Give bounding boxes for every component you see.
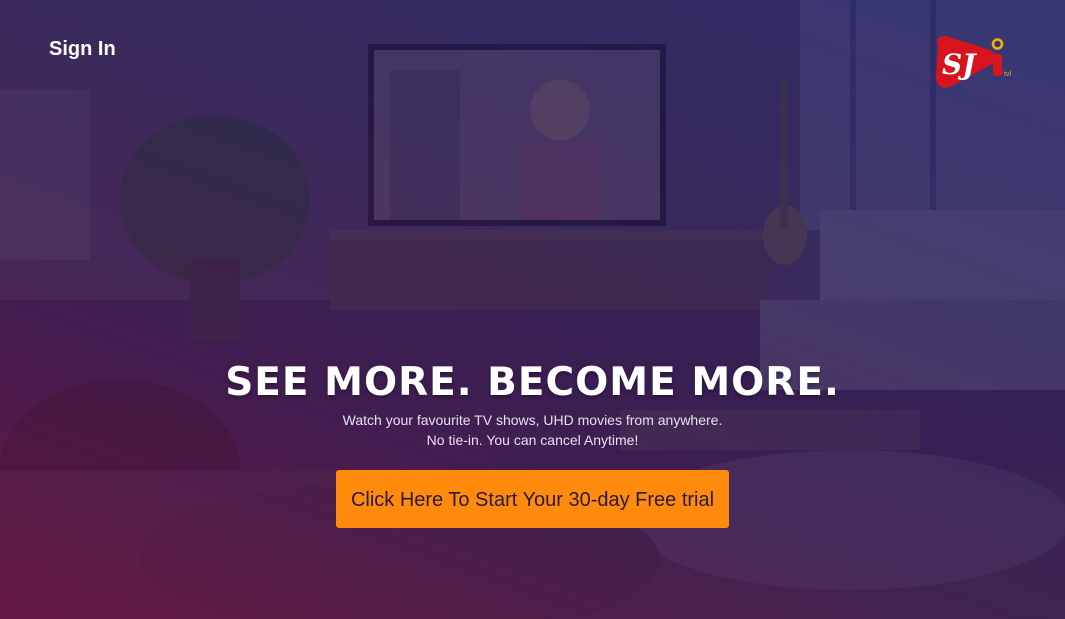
hero-subtitle-line2: No tie-in. You can cancel Anytime! [426, 432, 639, 448]
logo-letters: SJ [942, 48, 977, 81]
brand-logo[interactable]: SJ tvl [932, 32, 1018, 94]
logo-bar-icon [993, 54, 1002, 76]
hero-subtitle-line1: Watch your favourite TV shows, UHD movie… [342, 412, 723, 428]
sign-in-link[interactable]: Sign In [49, 37, 116, 61]
hero-content: SEE MORE. BECOME MORE. Watch your favour… [0, 360, 1065, 528]
hero-headline: SEE MORE. BECOME MORE. [225, 360, 840, 405]
hero-section: Sign In SJ tvl SEE MORE. BECOME MORE. Wa… [0, 0, 1065, 619]
logo-dot-icon [991, 38, 1004, 50]
free-trial-button[interactable]: Click Here To Start Your 30-day Free tri… [336, 470, 729, 528]
logo-tm-mark: tvl [1004, 71, 1011, 78]
